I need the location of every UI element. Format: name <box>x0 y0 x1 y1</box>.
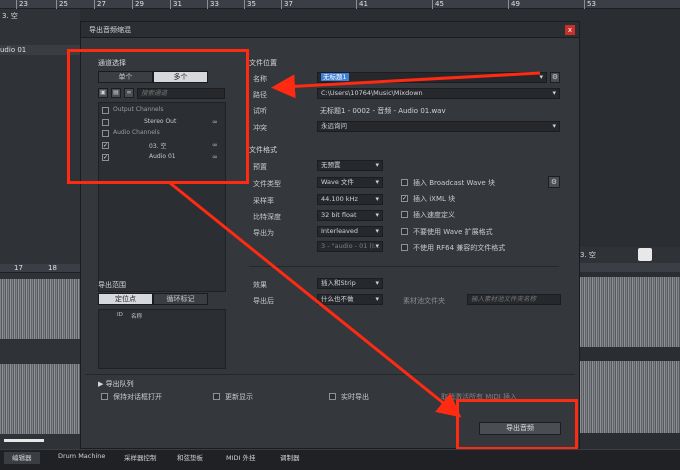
bottom-panel-tabs: 编辑器 Drum Machine 采样器控制 和弦垫板 MIDI 外挂 调制器 <box>0 449 680 470</box>
tab-drum-machine[interactable]: Drum Machine <box>58 452 105 460</box>
arrow-to-export <box>169 181 462 418</box>
tab-midi-remote[interactable]: MIDI 外挂 <box>226 452 256 462</box>
tab-modulators[interactable]: 调制器 <box>280 452 300 462</box>
tab-sampler-control[interactable]: 采样器控制 <box>124 452 157 462</box>
tab-chord-pads[interactable]: 和弦垫板 <box>177 452 203 462</box>
arrow-to-name <box>271 71 541 99</box>
annotation-arrows <box>169 71 541 418</box>
tab-editor[interactable]: 编辑器 <box>4 452 40 464</box>
